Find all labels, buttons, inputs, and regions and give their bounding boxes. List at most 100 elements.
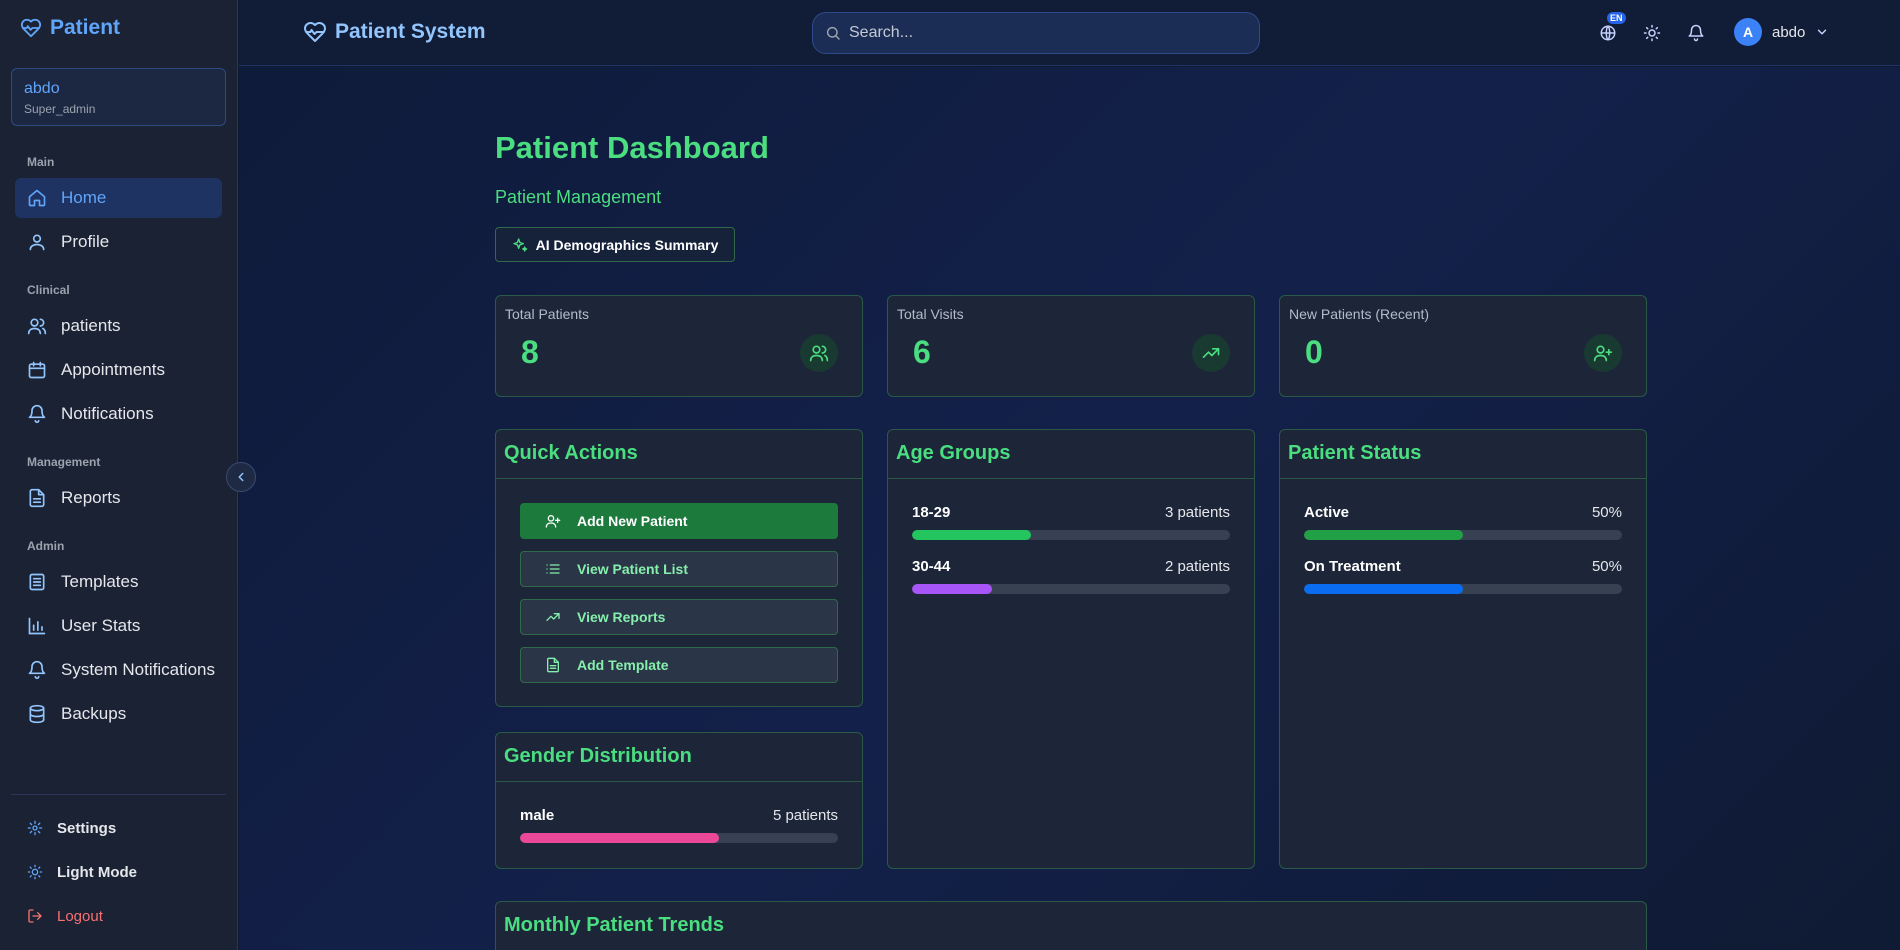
- button-label: Add New Patient: [577, 513, 688, 529]
- stat-label: Total Patients: [505, 306, 590, 322]
- card-title: Age Groups: [896, 442, 1011, 464]
- heart-pulse-icon: [304, 22, 326, 42]
- file-text-icon: [547, 657, 559, 673]
- bar-chart-icon: [28, 617, 46, 635]
- quick-actions-card: Quick Actions Add New Patient View Patie…: [495, 429, 863, 707]
- calendar-icon: [28, 361, 46, 379]
- bell-icon: [28, 404, 46, 424]
- status-name: On Treatment: [1304, 558, 1401, 575]
- stat-value: 0: [1305, 334, 1323, 370]
- logout-icon: [28, 909, 42, 923]
- age-groups-card: Age Groups 18-29 3 patients 30-44 2 pati…: [887, 429, 1255, 869]
- sidebar-item-backups[interactable]: Backups: [15, 694, 222, 734]
- sidebar-item-profile[interactable]: Profile: [15, 222, 222, 262]
- sidebar-collapse-button[interactable]: [226, 462, 256, 492]
- user-role: Super_admin: [24, 102, 96, 116]
- user-menu[interactable]: A abdo: [1734, 18, 1829, 46]
- database-icon: [29, 704, 45, 724]
- sidebar-item-system-notifications[interactable]: System Notifications: [15, 650, 222, 690]
- progress-fill: [912, 530, 1032, 540]
- gender-count: 5 patients: [772, 807, 838, 824]
- logout-label: Logout: [57, 907, 103, 925]
- sidebar-item-label: Templates: [61, 572, 139, 591]
- sidebar-item-notifications[interactable]: Notifications: [15, 394, 222, 434]
- sun-icon: [27, 864, 43, 880]
- page-subtitle: Patient Management: [495, 187, 662, 207]
- sidebar-item-appointments[interactable]: Appointments: [15, 350, 222, 390]
- stat-icon: [800, 334, 838, 372]
- section-label-management: Management: [27, 455, 101, 469]
- patient-status-card: Patient Status Active 50% On Treatment 5…: [1279, 429, 1647, 869]
- settings-label: Settings: [57, 819, 117, 837]
- theme-toggle-button[interactable]: [1641, 22, 1663, 44]
- add-new-patient-button[interactable]: Add New Patient: [520, 503, 838, 539]
- notifications-button[interactable]: [1685, 22, 1707, 44]
- system-title-label: Patient System: [335, 20, 486, 43]
- gender-row: male 5 patients: [520, 807, 838, 843]
- sidebar-item-label: Backups: [61, 704, 127, 723]
- stat-card-new-patients: New Patients (Recent) 0: [1279, 295, 1647, 397]
- view-patient-list-button[interactable]: View Patient List: [520, 551, 838, 587]
- age-group-row: 18-29 3 patients: [912, 504, 1230, 540]
- progress-fill: [1304, 530, 1463, 540]
- sidebar-item-reports[interactable]: Reports: [15, 478, 222, 518]
- stat-icon: [1584, 334, 1622, 372]
- sidebar-item-user-stats[interactable]: User Stats: [15, 606, 222, 646]
- trending-up-icon: [1202, 348, 1220, 358]
- progress-track: [912, 584, 1230, 594]
- sidebar-item-patients[interactable]: patients: [15, 306, 222, 346]
- progress-track: [912, 530, 1230, 540]
- progress-track: [1304, 584, 1622, 594]
- globe-icon: [1600, 25, 1616, 41]
- user-card[interactable]: abdo Super_admin: [11, 68, 226, 126]
- bell-icon: [1688, 24, 1704, 42]
- chevron-left-icon: [238, 472, 244, 482]
- top-header: Patient System EN A abdo: [239, 0, 1900, 66]
- progress-fill: [520, 833, 719, 843]
- sidebar-item-home[interactable]: Home: [15, 178, 222, 218]
- gender-distribution-card: Gender Distribution male 5 patients: [495, 732, 863, 869]
- search-box[interactable]: [812, 12, 1260, 54]
- sidebar-brand[interactable]: Patient: [20, 16, 120, 40]
- search-input[interactable]: [849, 24, 1229, 42]
- sidebar-item-label: User Stats: [61, 616, 141, 635]
- sidebar-item-label: Appointments: [61, 360, 165, 379]
- status-percent: 50%: [1591, 504, 1622, 521]
- system-title[interactable]: Patient System: [303, 20, 486, 44]
- user-name: abdo: [24, 80, 60, 97]
- stat-value: 8: [521, 334, 539, 370]
- settings-button[interactable]: Settings: [15, 810, 222, 846]
- view-reports-button[interactable]: View Reports: [520, 599, 838, 635]
- button-label: View Reports: [577, 609, 666, 625]
- logout-button[interactable]: Logout: [15, 898, 222, 934]
- section-label-clinical: Clinical: [27, 283, 70, 297]
- sidebar: Patient abdo Super_admin Main Home Profi…: [0, 0, 238, 950]
- user-icon: [29, 234, 45, 251]
- user-plus-icon: [1593, 345, 1613, 362]
- page-title: Patient Dashboard: [495, 130, 769, 165]
- card-title: Monthly Patient Trends: [504, 914, 725, 936]
- progress-fill: [1304, 584, 1463, 594]
- card-divider: [1280, 478, 1646, 479]
- status-row: Active 50%: [1304, 504, 1622, 540]
- sidebar-item-label: System Notifications: [61, 660, 215, 679]
- sidebar-divider: [11, 794, 226, 795]
- sidebar-item-label: Profile: [61, 232, 110, 251]
- status-name: Active: [1304, 504, 1350, 521]
- bell-icon: [28, 660, 46, 680]
- sparkles-icon: [512, 237, 527, 252]
- light-mode-button[interactable]: Light Mode: [15, 854, 222, 890]
- sidebar-item-label: Reports: [61, 488, 121, 507]
- main-content: Patient Dashboard Patient Management AI …: [239, 67, 1900, 950]
- language-button[interactable]: [1597, 22, 1619, 44]
- sidebar-brand-label: Patient: [50, 16, 121, 39]
- gender-name: male: [520, 807, 555, 824]
- language-badge: EN: [1607, 12, 1626, 24]
- age-group-row: 30-44 2 patients: [912, 558, 1230, 594]
- progress-fill: [912, 584, 992, 594]
- ai-demographics-label: AI Demographics Summary: [535, 236, 719, 253]
- user-menu-name: abdo: [1772, 23, 1806, 41]
- ai-demographics-button[interactable]: AI Demographics Summary: [495, 227, 735, 262]
- add-template-button[interactable]: Add Template: [520, 647, 838, 683]
- sidebar-item-templates[interactable]: Templates: [15, 562, 222, 602]
